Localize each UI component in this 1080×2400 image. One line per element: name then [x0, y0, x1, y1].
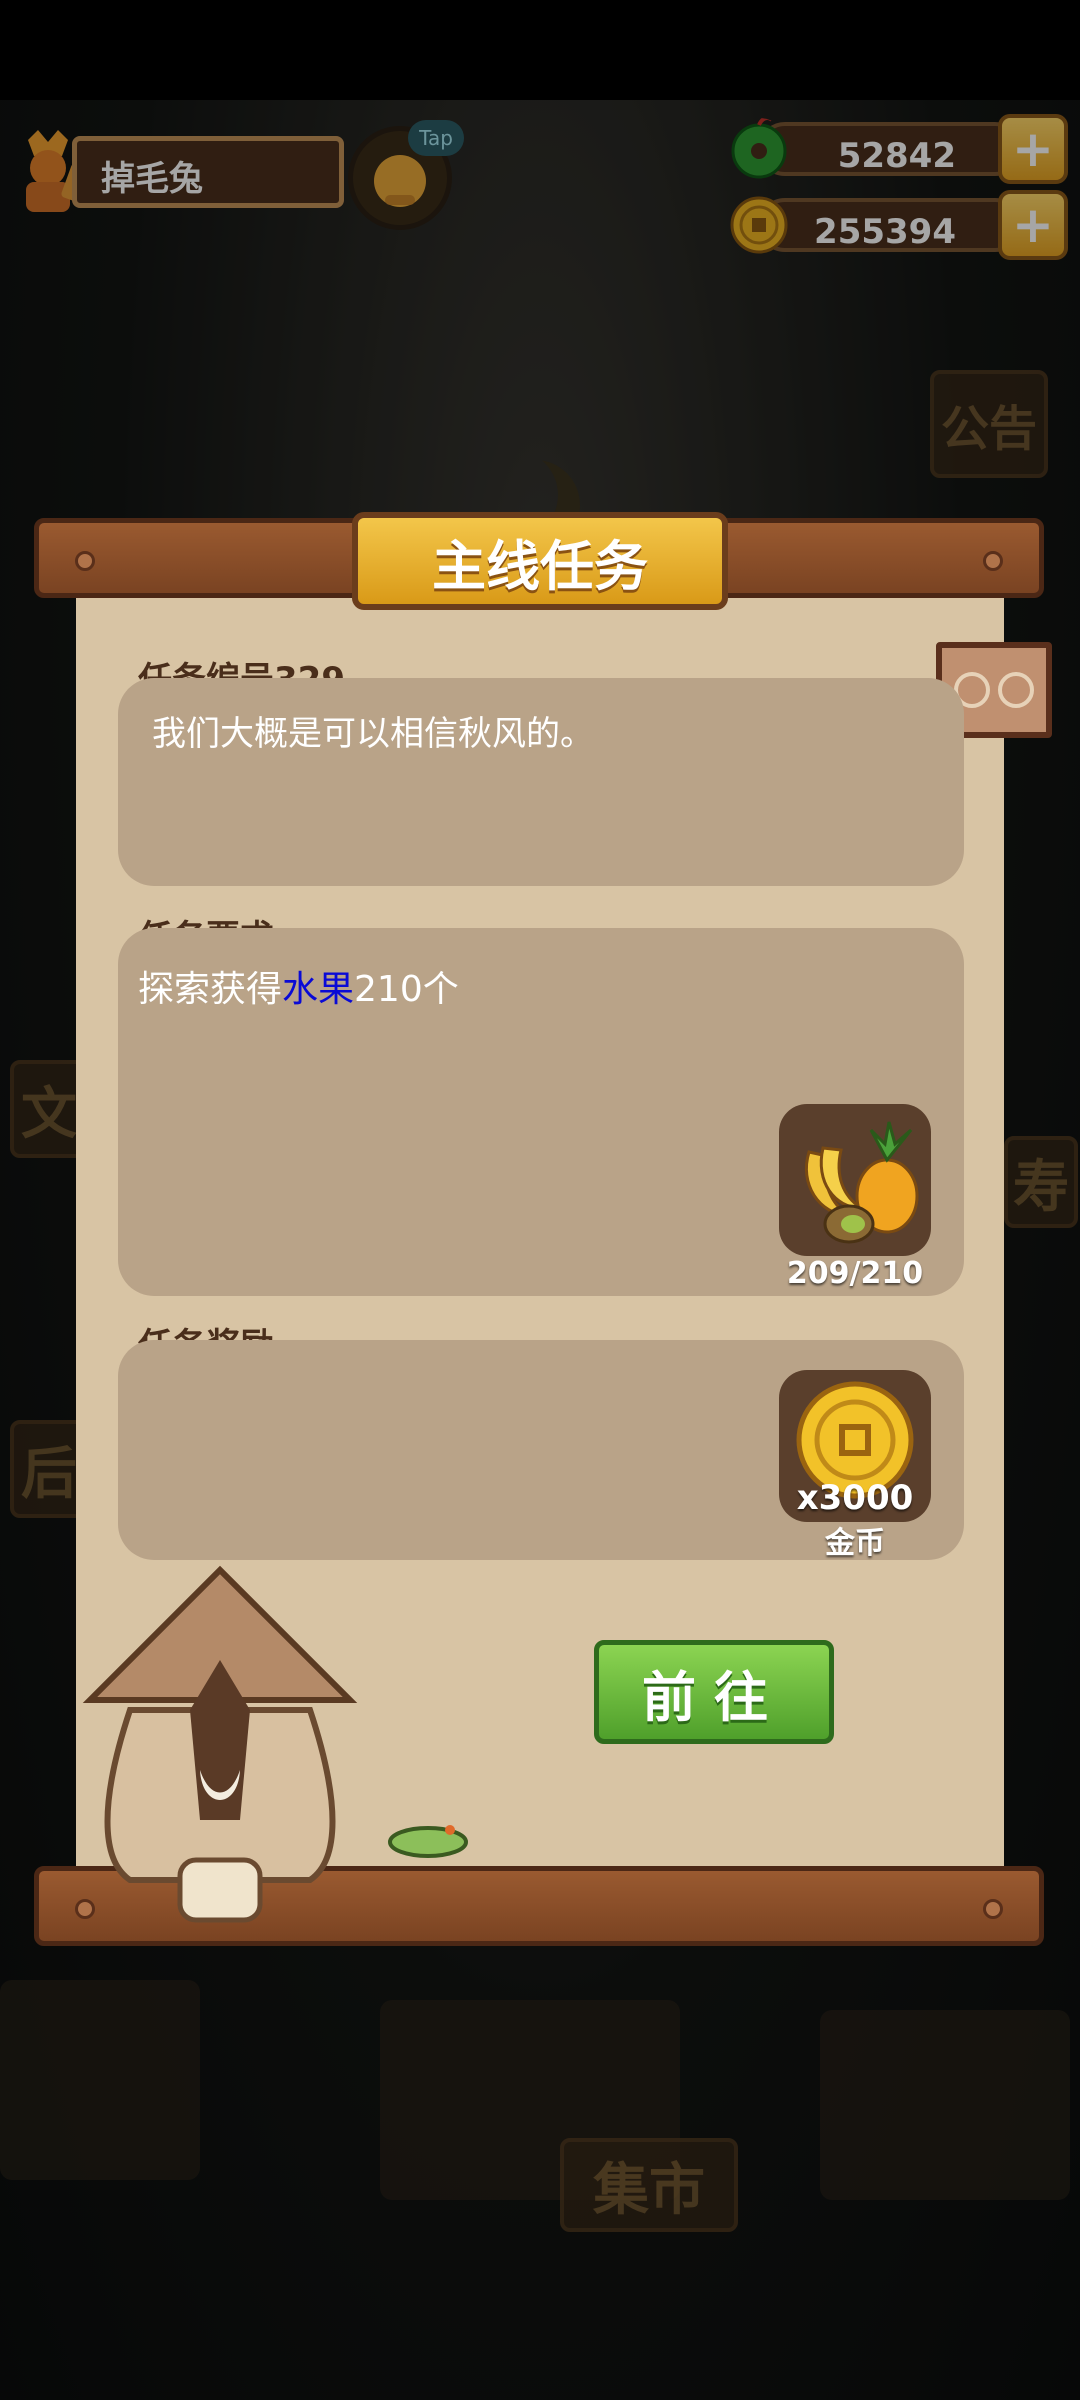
- tea-dish-icon: [388, 1825, 468, 1858]
- requirement-suffix: 210个: [354, 969, 459, 1010]
- fruit-item-tile[interactable]: [779, 1104, 931, 1256]
- nail-icon: [75, 551, 95, 571]
- fruit-icon: [804, 1121, 919, 1244]
- go-button[interactable]: 前往: [594, 1640, 834, 1744]
- nail-icon: [983, 551, 1003, 571]
- dialog-title: 主线任务: [352, 512, 728, 610]
- requirement-prefix: 探索获得: [138, 969, 283, 1010]
- requirement-highlight: 水果: [282, 969, 355, 1010]
- gold-reward-amount: x3000: [796, 1478, 914, 1518]
- gold-reward-name: 金币: [825, 1526, 885, 1561]
- straw-hat-hermit-icon: [82, 1565, 358, 1923]
- fruit-progress: 209/210: [786, 1256, 924, 1291]
- nail-icon: [983, 1899, 1003, 1919]
- requirement-text: 探索获得水果210个: [138, 960, 459, 1012]
- story-text: 我们大概是可以相信秋风的。: [152, 714, 594, 754]
